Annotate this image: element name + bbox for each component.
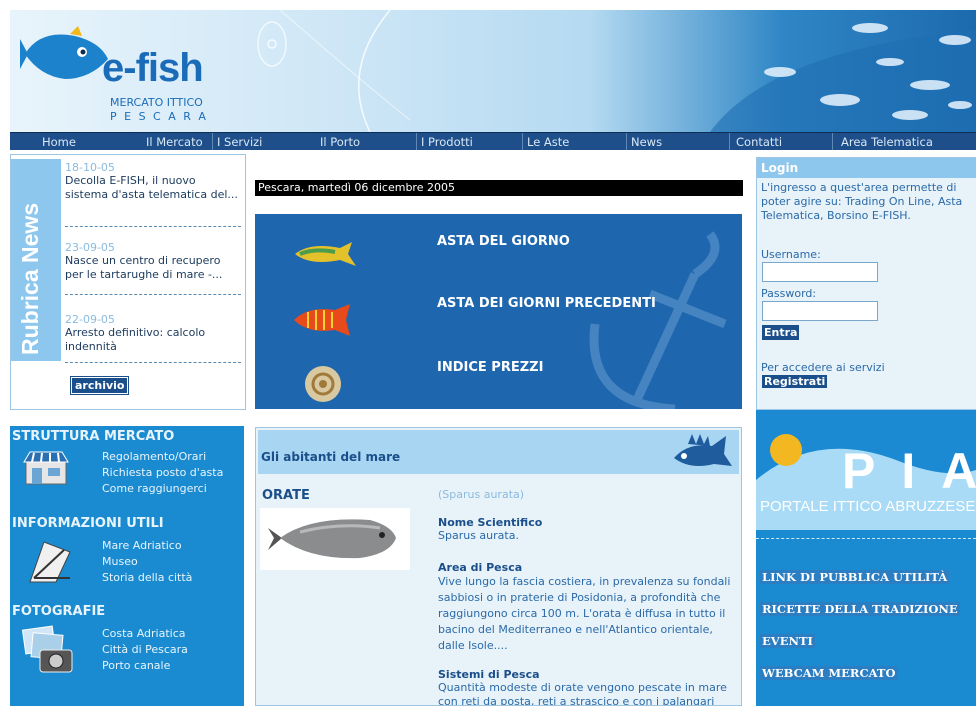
pia-link-webcam[interactable]: WEBCAM MERCATO xyxy=(760,666,898,680)
register-text: Per accedere ai servizi xyxy=(761,361,885,374)
nav-il-porto[interactable]: Il Porto xyxy=(314,133,416,150)
news-side-banner: Rubrica News xyxy=(11,159,61,361)
auction-link-price-index[interactable]: INDICE PREZZI xyxy=(437,360,543,375)
sea-bream-image xyxy=(268,519,396,559)
sea-detail-section: Area di Pesca Vive lungo la fascia costi… xyxy=(438,561,738,654)
news-panel: Rubrica News 18-10-05 Decolla E-FISH, il… xyxy=(10,154,246,410)
news-side-title: Rubrica News xyxy=(17,202,43,355)
logo-text: e-fish xyxy=(102,46,204,90)
register-button[interactable]: Registrati xyxy=(762,375,828,388)
sea-detail-section: Sistemi di Pesca Quantità modeste di ora… xyxy=(438,668,738,706)
sea-header-title: Gli abitanti del mare xyxy=(261,450,401,464)
login-description: L'ingresso a quest'area permette di pote… xyxy=(761,181,963,222)
logo-subtitle-1: MERCATO ITTICO xyxy=(110,96,203,109)
latin-name: (Sparus aurata) xyxy=(438,488,525,501)
menu-link[interactable]: Mare Adriatico xyxy=(102,539,182,552)
pia-divider xyxy=(756,538,976,539)
pia-link-events[interactable]: EVENTI xyxy=(760,634,815,648)
sea-header: Gli abitanti del mare xyxy=(258,430,739,474)
username-label: Username: xyxy=(761,248,821,261)
login-enter-button[interactable]: Entra xyxy=(762,325,800,340)
section-title: Area di Pesca xyxy=(438,561,523,574)
login-title: Login xyxy=(757,158,976,178)
compass-map-icon xyxy=(29,541,71,583)
fish-name: ORATE xyxy=(262,488,310,503)
menu-section-title: STRUTTURA MERCATO xyxy=(12,429,175,444)
menu-link[interactable]: Regolamento/Orari xyxy=(102,450,206,463)
auction-link-today[interactable]: ASTA DEL GIORNO xyxy=(437,234,570,249)
news-list: 18-10-05 Decolla E-FISH, il nuovo sistem… xyxy=(65,161,241,363)
nav-news[interactable]: News xyxy=(626,133,729,150)
header-banner: e-fish MERCATO ITTICO P E S C A R A xyxy=(10,10,976,132)
fish-logo-icon xyxy=(20,26,108,79)
section-text: Sparus aurata. xyxy=(438,529,519,542)
fish-photo xyxy=(260,508,410,570)
news-archive-button[interactable]: archivio xyxy=(69,376,130,395)
pia-logo-text: PIA xyxy=(842,443,976,499)
news-date: 18-10-05 xyxy=(65,161,115,174)
nav-area-telematica[interactable]: Area Telematica xyxy=(832,133,976,150)
section-text: Quantità modeste di orate vengono pescat… xyxy=(438,681,727,706)
nav-contatti[interactable]: Contatti xyxy=(729,133,832,150)
menu-section-title: INFORMAZIONI UTILI xyxy=(12,516,164,531)
market-stall-icon xyxy=(23,451,69,485)
pia-link-utility[interactable]: LINK DI PUBBLICA UTILITÀ xyxy=(760,570,950,584)
password-label: Password: xyxy=(761,287,817,300)
red-fish-icon xyxy=(294,304,350,336)
nav-il-mercato[interactable]: Il Mercato xyxy=(110,133,212,150)
news-text[interactable]: Decolla E-FISH, il nuovo sistema d'asta … xyxy=(65,174,241,202)
section-title: Sistemi di Pesca xyxy=(438,668,540,681)
auction-panel: ASTA DEL GIORNO ASTA DEI GIORNI PRECEDEN… xyxy=(255,214,742,409)
mahi-fish-icon xyxy=(295,242,356,266)
main-navbar: Home Il Mercato I Servizi Il Porto I Pro… xyxy=(10,132,976,150)
shell-icon xyxy=(305,366,341,402)
date-bar: Pescara, martedì 06 dicembre 2005 xyxy=(255,180,743,196)
logo[interactable]: e-fish MERCATO ITTICO P E S C A R A xyxy=(20,24,230,124)
nav-le-aste[interactable]: Le Aste xyxy=(522,133,626,150)
pia-link-recipes[interactable]: RICETTE DELLA TRADIZIONE xyxy=(760,602,960,616)
password-input[interactable] xyxy=(762,301,878,321)
pia-subtitle: PORTALE ITTICO ABRUZZESE xyxy=(760,498,976,515)
login-panel: Login L'ingresso a quest'area permette d… xyxy=(756,157,976,410)
menu-link[interactable]: Costa Adriatica xyxy=(102,627,185,640)
menu-section-title: FOTOGRAFIE xyxy=(12,604,106,619)
camera-photos-icon xyxy=(22,625,73,673)
news-item[interactable]: 22-09-05 Arresto definitivo: calcolo ind… xyxy=(65,295,241,363)
logo-subtitle-2: P E S C A R A xyxy=(110,110,208,123)
sea-inhabitants-panel: Gli abitanti del mare ORATE (Sparus aura… xyxy=(255,427,742,706)
spiky-fish-icon xyxy=(674,434,732,466)
menu-link[interactable]: Museo xyxy=(102,555,138,568)
news-text[interactable]: Nasce un centro di recupero per le tarta… xyxy=(65,254,241,282)
news-text[interactable]: Arresto definitivo: calcolo indennità xyxy=(65,326,241,354)
section-text: Vive lungo la fascia costiera, in preval… xyxy=(438,575,731,652)
news-date: 22-09-05 xyxy=(65,313,115,326)
news-item[interactable]: 18-10-05 Decolla E-FISH, il nuovo sistem… xyxy=(65,161,241,227)
left-menu: STRUTTURA MERCATO Regolamento/Orari Rich… xyxy=(10,426,244,706)
sea-detail-section: Nome Scientifico Sparus aurata. xyxy=(438,516,738,543)
nav-i-prodotti[interactable]: I Prodotti xyxy=(416,133,522,150)
menu-link[interactable]: Città di Pescara xyxy=(102,643,188,656)
username-input[interactable] xyxy=(762,262,878,282)
menu-link[interactable]: Porto canale xyxy=(102,659,170,672)
auction-link-previous[interactable]: ASTA DEI GIORNI PRECEDENTI xyxy=(437,296,656,311)
pia-panel: PIA PORTALE ITTICO ABRUZZESE LINK DI PUB… xyxy=(756,410,976,706)
news-date: 23-09-05 xyxy=(65,241,115,254)
news-item[interactable]: 23-09-05 Nasce un centro di recupero per… xyxy=(65,227,241,295)
menu-link[interactable]: Come raggiungerci xyxy=(102,482,207,495)
menu-link[interactable]: Richiesta posto d'asta xyxy=(102,466,223,479)
nav-home[interactable]: Home xyxy=(10,133,110,150)
nav-i-servizi[interactable]: I Servizi xyxy=(212,133,314,150)
menu-link[interactable]: Storia della città xyxy=(102,571,192,584)
section-title: Nome Scientifico xyxy=(438,516,543,529)
